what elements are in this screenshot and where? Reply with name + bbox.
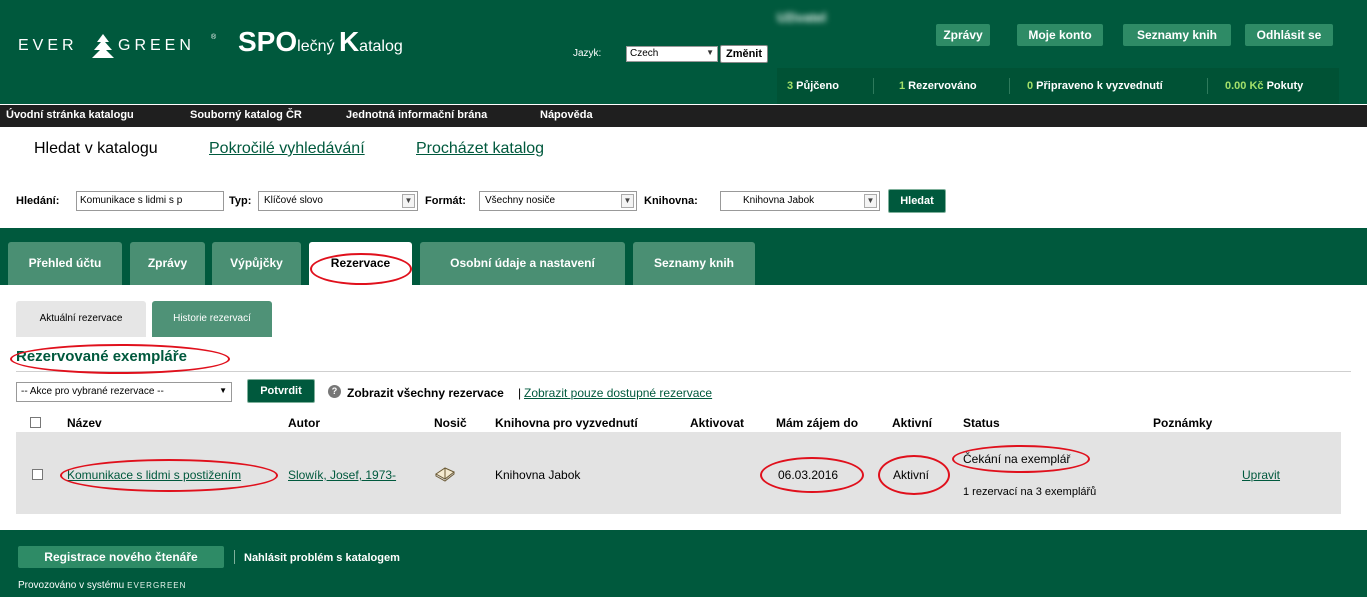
hold-active-state: Aktivní <box>893 468 930 482</box>
messages-button[interactable]: Zprávy <box>936 24 990 46</box>
tab-personal-settings[interactable]: Osobní údaje a nastavení <box>420 242 625 285</box>
search-library-select[interactable]: Knihovna Jabok ▼ <box>720 191 880 211</box>
status-holds[interactable]: 1 Rezervováno <box>899 80 977 92</box>
tab-holds[interactable]: Rezervace <box>309 242 412 285</box>
account-status-bar: 3 Půjčeno 1 Rezervováno 0 Připraveno k v… <box>777 68 1339 104</box>
help-icon[interactable]: ? <box>328 385 341 398</box>
nav-union-catalog[interactable]: Souborný katalog ČR <box>190 109 302 121</box>
footer-divider <box>234 550 235 564</box>
show-available-holds-link[interactable]: Zobrazit pouze dostupné rezervace <box>524 386 712 400</box>
status-ready[interactable]: 0 Připraveno k vyzvednutí <box>1027 80 1163 92</box>
confirm-action-button[interactable]: Potvrdit <box>247 379 315 403</box>
hold-expire-date: 06.03.2016 <box>778 468 839 482</box>
logo-text-left: EVER <box>18 37 78 54</box>
status-divider <box>1207 78 1208 94</box>
col-author: Autor <box>288 416 320 430</box>
tab-holds-history[interactable]: Historie rezervací <box>152 301 272 337</box>
search-type-select[interactable]: Klíčové slovo ▼ <box>258 191 418 211</box>
tab-browse-catalog[interactable]: Procházet katalog <box>416 140 544 158</box>
col-activate: Aktivovat <box>690 416 745 430</box>
holds-action-select[interactable]: -- Akce pro vybrané rezervace -- ▼ <box>16 382 232 402</box>
col-pickup-library: Knihovna pro vyzvednutí <box>495 416 638 430</box>
user-panel: Uživatel Zprávy Moje konto Seznamy knih … <box>777 8 1339 104</box>
logo-trademark: ® <box>211 34 217 41</box>
chevron-down-icon: ▼ <box>219 386 227 395</box>
site-title: SPOlečný Katalog <box>238 26 403 57</box>
col-format: Nosič <box>434 416 467 430</box>
footer-evergreen-logo[interactable]: EVERGREEN <box>127 581 186 590</box>
section-title: Rezervované exempláře <box>16 348 187 365</box>
search-type-label: Typ: <box>229 195 252 207</box>
hold-title-link[interactable]: Komunikace s lidmi s postižením <box>67 468 241 482</box>
show-separator: | <box>518 386 522 400</box>
nav-catalog-home[interactable]: Úvodní stránka katalogu <box>6 109 134 121</box>
chevron-down-icon: ▼ <box>864 194 877 208</box>
edit-hold-link[interactable]: Upravit <box>1242 468 1280 482</box>
status-divider <box>1009 78 1010 94</box>
search-format-label: Formát: <box>425 195 466 207</box>
row-checkbox[interactable] <box>32 469 43 480</box>
report-problem-link[interactable]: Nahlásit problém s katalogem <box>244 552 400 564</box>
book-lists-button[interactable]: Seznamy knih <box>1123 24 1231 46</box>
search-format-select[interactable]: Všechny nosiče ▼ <box>479 191 637 211</box>
search-library-label: Knihovna: <box>644 195 698 207</box>
powered-by: Provozováno v systému EVERGREEN <box>18 580 187 591</box>
chevron-down-icon: ▼ <box>402 194 415 208</box>
col-expire: Mám zájem do <box>776 416 859 430</box>
logout-button[interactable]: Odhlásit se <box>1245 24 1333 46</box>
col-status: Status <box>963 416 1000 430</box>
nav-help[interactable]: Nápověda <box>540 109 593 121</box>
col-title: Název <box>67 416 102 430</box>
select-all-checkbox[interactable] <box>30 417 41 428</box>
tab-book-lists[interactable]: Seznamy knih <box>633 242 755 285</box>
hold-status: Čekání na exemplář <box>963 452 1071 466</box>
col-notes: Poznámky <box>1153 416 1213 430</box>
evergreen-tree-icon <box>92 34 114 58</box>
top-navigation: Úvodní stránka katalogu Souborný katalog… <box>0 105 1367 127</box>
user-name-blurred: Uživatel <box>777 10 827 25</box>
hold-status-detail: 1 rezervací na 3 exemplářů <box>963 486 1097 498</box>
status-divider <box>873 78 874 94</box>
language-select[interactable]: Czech ▼ <box>626 46 718 62</box>
status-fines[interactable]: 0.00 Kč Pokuty <box>1225 80 1303 92</box>
logo-text-right: GREEN <box>118 37 195 54</box>
nav-info-gateway[interactable]: Jednotná informační brána <box>346 109 487 121</box>
tab-basic-search[interactable]: Hledat v katalogu <box>34 140 158 158</box>
tab-messages[interactable]: Zprávy <box>130 242 205 285</box>
search-submit-button[interactable]: Hledat <box>888 189 946 213</box>
show-all-holds: Zobrazit všechny rezervace <box>347 386 504 400</box>
register-reader-button[interactable]: Registrace nového čtenáře <box>18 546 224 568</box>
change-language-button[interactable]: Změnit <box>720 45 768 63</box>
tab-advanced-search[interactable]: Pokročilé vyhledávání <box>209 140 365 158</box>
site-header: EVER GREEN ® SPOlečný Katalog Jazyk: Cze… <box>0 0 1367 104</box>
my-account-button[interactable]: Moje konto <box>1017 24 1103 46</box>
section-divider <box>16 371 1351 372</box>
search-query-label: Hledání: <box>16 195 60 207</box>
col-active: Aktivní <box>892 416 933 430</box>
chevron-down-icon: ▼ <box>706 48 714 57</box>
hold-author-link[interactable]: Slowík, Josef, 1973- <box>288 468 396 482</box>
evergreen-logo[interactable]: EVER GREEN ® <box>18 32 218 60</box>
language-label: Jazyk: <box>573 48 602 59</box>
book-format-icon <box>435 467 455 482</box>
hold-pickup-library: Knihovna Jabok <box>495 468 581 482</box>
search-input[interactable]: Komunikace s lidmi s p <box>76 191 224 211</box>
tab-current-holds[interactable]: Aktuální rezervace <box>16 301 146 337</box>
chevron-down-icon: ▼ <box>621 194 634 208</box>
status-borrowed[interactable]: 3 Půjčeno <box>787 80 839 92</box>
tab-account-summary[interactable]: Přehled účtu <box>8 242 122 285</box>
tab-checkouts[interactable]: Výpůjčky <box>212 242 301 285</box>
